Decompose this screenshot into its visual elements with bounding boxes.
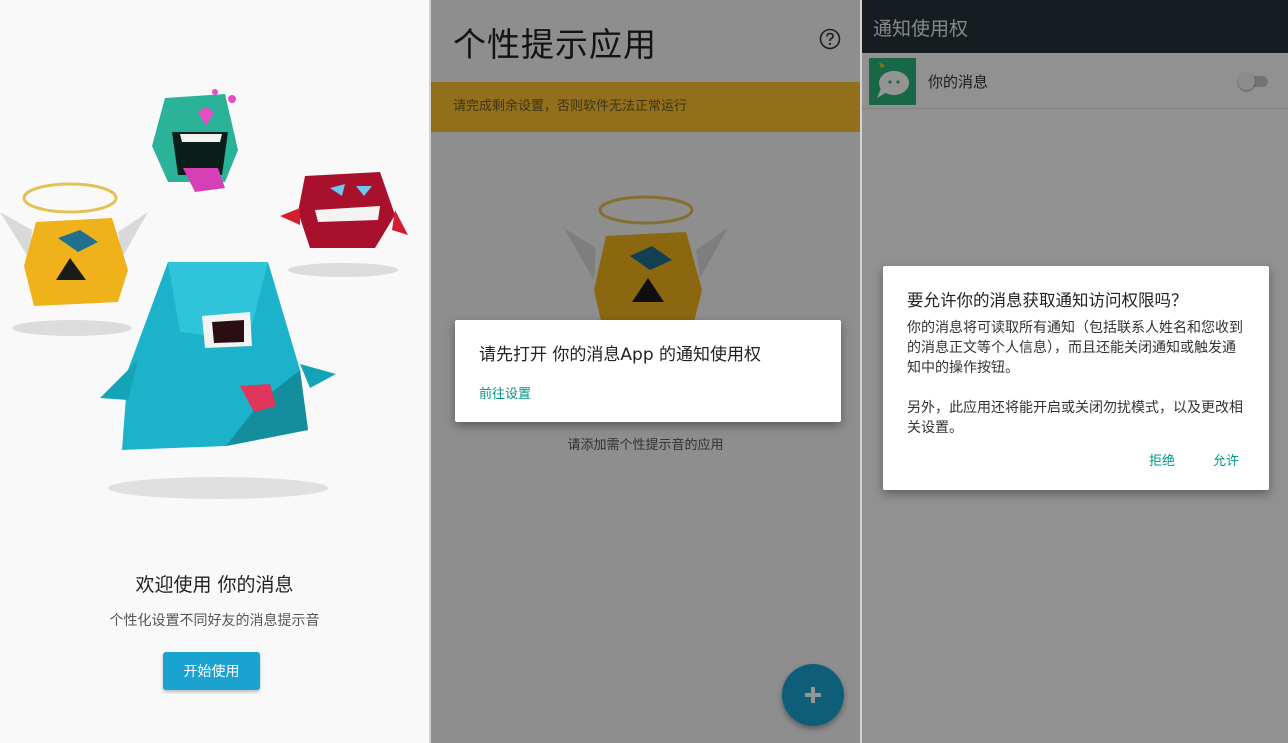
allow-button[interactable]: 允许 [1213, 450, 1239, 469]
green-monster [152, 89, 238, 192]
app-screen: 个性提示应用 请完成剩余设置，否则软件无法正常运行 请添加需个性提示音的应用 请… [431, 0, 860, 743]
welcome-title: 欢迎使用 你的消息 [135, 574, 294, 596]
angel-monster [0, 182, 148, 336]
dialog-body-paragraph-1: 你的消息将可读取所有通知（包括联系人姓名和您收到的消息正文等个人信息），而且还能… [907, 320, 1243, 376]
welcome-subtitle: 个性化设置不同好友的消息提示音 [109, 613, 320, 629]
dialog-body: 你的消息将可读取所有通知（包括联系人姓名和您收到的消息正文等个人信息），而且还能… [907, 318, 1247, 458]
teal-monster [100, 262, 336, 499]
dialog-title: 请先打开 你的消息App 的通知使用权 [479, 345, 762, 365]
red-monster [280, 172, 408, 277]
deny-button[interactable]: 拒绝 [1149, 450, 1175, 469]
permission-prompt-dialog: 请先打开 你的消息App 的通知使用权 前往设置 [455, 320, 841, 422]
start-button[interactable]: 开始使用 [163, 652, 260, 690]
dialog-title: 要允许你的消息获取通知访问权限吗？ [907, 291, 1188, 310]
monster-illustration [0, 89, 408, 499]
notification-access-screen: 通知使用权 你的消息 要允许你的消息获取通知访问权限吗？ 你的消息将可读取所有通… [862, 0, 1288, 743]
welcome-screen: 欢迎使用 你的消息 个性化设置不同好友的消息提示音 开始使用 [0, 0, 429, 743]
dialog-body-paragraph-2: 另外，此应用还将能开启或关闭勿扰模式，以及更改相关设置。 [907, 400, 1243, 436]
access-confirm-dialog: 要允许你的消息获取通知访问权限吗？ 你的消息将可读取所有通知（包括联系人姓名和您… [883, 266, 1269, 490]
go-to-settings-link[interactable]: 前往设置 [479, 383, 531, 402]
